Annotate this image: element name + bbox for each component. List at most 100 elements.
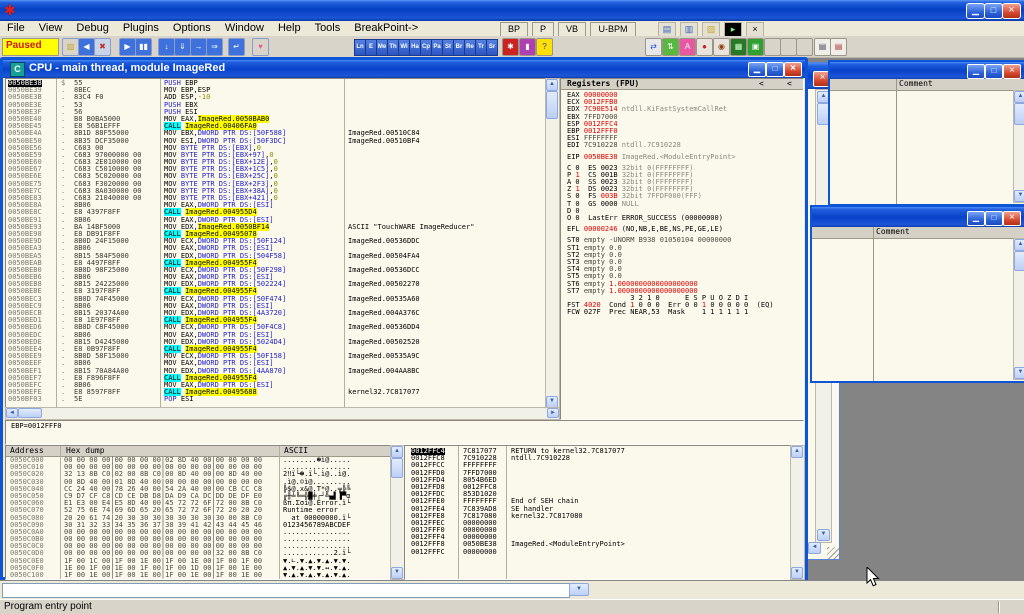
scroll-down-icon[interactable]: ▼ [1014, 190, 1024, 202]
scroll-up-icon[interactable]: ▲ [1014, 239, 1024, 251]
list-marked-icon[interactable]: ▤ [830, 38, 847, 56]
menu-view[interactable]: View [32, 21, 70, 36]
appearance-icon[interactable]: ▮ [519, 38, 536, 56]
disassembly-vscrollbar[interactable]: ▲ ▼ [545, 78, 560, 409]
step-over-button[interactable]: ⇓ [174, 38, 191, 56]
open-folder-icon[interactable]: ▨ [702, 22, 720, 37]
scrollbar-thumb[interactable] [18, 408, 42, 418]
toolbar-letter-sr[interactable]: Sr [486, 39, 498, 56]
ascii-icon[interactable]: A [679, 38, 696, 56]
register-line[interactable]: T 0 GS 0000 NULL [561, 201, 803, 208]
animate-into-button[interactable]: → [190, 38, 207, 56]
scroll-up-icon[interactable]: ▲ [546, 79, 558, 91]
log-icon[interactable]: ▥ [680, 22, 698, 37]
menu-button-u-bpm[interactable]: U-BPM [590, 22, 636, 37]
blank-button-2[interactable] [780, 38, 797, 56]
close-button[interactable]: × [1003, 211, 1021, 226]
disasm-row[interactable]: 0050BE3E.53PUSH EBX [6, 102, 546, 109]
register-line[interactable]: O 0 LastErr ERROR_SUCCESS (00000000) [561, 215, 803, 222]
open-file-button[interactable]: ▨ [62, 38, 79, 56]
dump-row[interactable]: 0050C1001F 00 1E 00|1F 00 1E 00|1F 00 1E… [6, 572, 391, 579]
minimize-button[interactable]: ▁ [966, 3, 985, 19]
disassembly-hscrollbar[interactable]: ◄ ► [5, 407, 560, 420]
menu-button-p[interactable]: P [532, 22, 554, 37]
console-icon[interactable]: ▸ [724, 22, 742, 37]
stack-row[interactable]: 0012FFFC00000000 [405, 549, 791, 556]
screen-icon[interactable]: ▣ [747, 38, 764, 56]
vscrollbar[interactable]: ▲ ▼ [1013, 238, 1024, 380]
menu-file[interactable]: File [0, 21, 32, 36]
close-button[interactable]: × [1003, 64, 1021, 79]
mark-button[interactable]: ♥ [252, 38, 269, 56]
run-button[interactable]: ▶ [119, 38, 136, 56]
scroll-down-icon[interactable]: ▼ [391, 567, 403, 579]
close-button[interactable]: × [784, 62, 802, 77]
restart-button[interactable]: ◀ [78, 38, 95, 56]
disasm-row[interactable]: 0050BF03.5EPOP ESI [6, 396, 546, 403]
minimize-button[interactable]: ▁ [748, 62, 766, 77]
menu-debug[interactable]: Debug [69, 21, 115, 36]
menu-button-bp[interactable]: BP [500, 22, 528, 37]
maximize-button[interactable]: □ [985, 64, 1003, 79]
spiral-icon[interactable]: ◉ [713, 38, 730, 56]
close-button[interactable]: × [1002, 3, 1021, 19]
menu-button-vb[interactable]: VB [558, 22, 586, 37]
dump-pane[interactable]: Address Hex dump ASCII 0050C00000 00 00 … [5, 445, 392, 580]
register-line[interactable]: EIP 0050BE38 ImageRed.<ModuleEntryPoint> [561, 154, 803, 161]
close-program-button[interactable]: ✖ [94, 38, 111, 56]
disasm-row[interactable]: 0050BE3B.83C4 F0ADD ESP,-10 [6, 94, 546, 101]
comment-window-top-titlebar[interactable]: ▁ □ × [830, 62, 1024, 79]
disassembly-pane[interactable]: 0050BE38$55PUSH EBP0050BE39.8BECMOV EBP,… [5, 78, 547, 409]
stack-pane[interactable]: 0012FFC47C817077RETURN to kernel32.7C817… [404, 445, 792, 580]
comment-window-top[interactable]: ▁ □ × Comment ▲ ▼ [828, 60, 1024, 206]
until-return-button[interactable]: ↵ [228, 38, 245, 56]
menu-breakpoint[interactable]: BreakPoint-> [347, 21, 425, 36]
list-report-icon[interactable]: ▤ [814, 38, 831, 56]
menu-help[interactable]: Help [271, 21, 308, 36]
scroll-right-icon[interactable]: ► [547, 408, 559, 418]
scroll-down-icon[interactable]: ▼ [791, 567, 803, 579]
comment-window-middle[interactable]: ▁ □ × Comment ▲ ▼ [810, 205, 1024, 383]
main-titlebar[interactable]: ✱ ▁ □ × [0, 0, 1024, 21]
stack-vscrollbar[interactable]: ▲ ▼ [790, 445, 805, 580]
scrollbar-thumb[interactable] [1014, 251, 1024, 271]
scrollbar-thumb[interactable] [1014, 103, 1024, 125]
maximize-button[interactable]: □ [985, 211, 1003, 226]
register-line[interactable]: FCW 027F Prec NEAR,53 Mask 1 1 1 1 1 1 [561, 309, 803, 316]
vscrollbar[interactable]: ▲ ▼ [1013, 90, 1024, 203]
scroll-left-icon[interactable]: ◄ [6, 408, 18, 418]
sort-icon[interactable]: ⇅ [662, 38, 679, 56]
blank-button-3[interactable] [796, 38, 813, 56]
animate-over-button[interactable]: ⇒ [206, 38, 223, 56]
info-pane[interactable]: EBP=0012FFF0 [5, 420, 804, 445]
cpu-titlebar[interactable]: C CPU - main thread, module ImageRed ▁ □… [3, 60, 805, 78]
pause-button[interactable]: ▮▮ [135, 38, 152, 56]
comment-window-middle-titlebar[interactable]: ▁ □ × [812, 207, 1024, 227]
disasm-row[interactable]: 0050BEFE.E8 8597F8FFCALL ImageRed.004956… [6, 389, 546, 396]
resize-grip[interactable] [827, 547, 839, 559]
minimize-button[interactable]: ▁ [967, 64, 985, 79]
step-into-button[interactable]: ↓ [158, 38, 175, 56]
menu-window[interactable]: Window [218, 21, 271, 36]
scrollbar-thumb[interactable] [391, 458, 403, 478]
maximize-button[interactable]: □ [766, 62, 784, 77]
cpu-window[interactable]: C CPU - main thread, module ImageRed ▁ □… [0, 57, 808, 580]
chevron-left-icon[interactable]: < [759, 79, 764, 88]
register-line[interactable]: EFL 00000246 (NO,NB,E,BE,NS,PE,GE,LE) [561, 226, 803, 233]
restore-button[interactable]: □ [984, 3, 1003, 19]
menu-tools[interactable]: Tools [308, 21, 348, 36]
scroll-up-icon[interactable]: ▲ [391, 446, 403, 458]
command-input[interactable] [2, 583, 570, 598]
scroll-left-icon[interactable]: ◄ [808, 542, 821, 554]
scroll-down-icon[interactable]: ▼ [817, 529, 830, 541]
help-icon[interactable]: ? [536, 38, 553, 56]
notes-icon[interactable]: ▤ [658, 22, 676, 37]
scroll-up-icon[interactable]: ▲ [1014, 91, 1024, 103]
scroll-up-icon[interactable]: ▲ [791, 446, 803, 458]
settings-gear-icon[interactable]: ✱ [502, 38, 519, 56]
registers-pane[interactable]: Registers (FPU) < < EAX 00000000ECX 0012… [560, 78, 804, 420]
minimize-button[interactable]: ▁ [967, 211, 985, 226]
dump-vscrollbar[interactable]: ▲ ▼ [390, 445, 405, 580]
dropdown-arrow-icon[interactable]: ▼ [569, 583, 589, 596]
scrollbar-thumb[interactable] [546, 91, 558, 119]
